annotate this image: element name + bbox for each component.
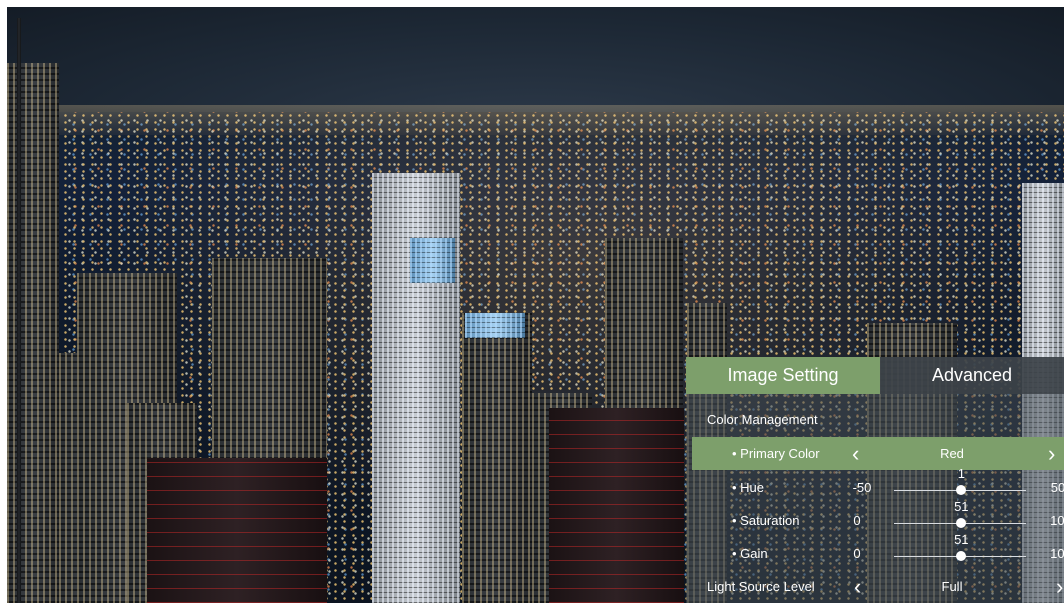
hue-max: 50 bbox=[1050, 480, 1064, 495]
lit-crown bbox=[465, 313, 525, 338]
saturation-max: 100 bbox=[1050, 513, 1064, 528]
primary-color-label: • Primary Color bbox=[732, 446, 820, 461]
lit-crown bbox=[410, 238, 455, 283]
saturation-row: • Saturation 0 51 100 bbox=[686, 499, 1064, 537]
section-title: Color Management bbox=[707, 412, 818, 427]
light-source-value: Full bbox=[941, 579, 963, 594]
gain-value: 51 bbox=[954, 532, 969, 547]
chevron-right-icon[interactable]: › bbox=[1056, 570, 1063, 603]
red-building bbox=[549, 408, 684, 603]
horizon-glow bbox=[7, 105, 1064, 135]
hue-row: • Hue -50 1 50 bbox=[686, 466, 1064, 504]
saturation-label: • Saturation bbox=[732, 513, 800, 528]
chevron-left-icon[interactable]: ‹ bbox=[852, 437, 859, 470]
hue-label: • Hue bbox=[732, 480, 765, 495]
tab-image-setting[interactable]: Image Setting bbox=[686, 357, 880, 394]
red-building bbox=[147, 458, 327, 603]
left-tower bbox=[7, 63, 59, 603]
gain-min: 0 bbox=[853, 546, 861, 561]
section-color-management: Color Management bbox=[686, 403, 1064, 436]
gain-label: • Gain bbox=[732, 546, 768, 561]
hue-value: 1 bbox=[957, 466, 965, 481]
chevron-left-icon[interactable]: ‹ bbox=[854, 570, 861, 603]
gain-row: • Gain 0 51 100 bbox=[686, 532, 1064, 570]
night-sky bbox=[7, 7, 1064, 112]
slider-knob[interactable] bbox=[956, 485, 967, 495]
chevron-right-icon[interactable]: › bbox=[1048, 437, 1055, 470]
light-source-label: Light Source Level bbox=[707, 579, 815, 594]
antenna bbox=[17, 18, 21, 603]
hue-min: -50 bbox=[852, 480, 872, 495]
osd-menu: Image Setting Advanced Color Management … bbox=[686, 357, 1064, 603]
slider-knob[interactable] bbox=[956, 551, 967, 561]
saturation-min: 0 bbox=[853, 513, 861, 528]
projector-screen: Image Setting Advanced Color Management … bbox=[7, 7, 1064, 603]
primary-color-row[interactable]: • Primary Color ‹ Red › bbox=[692, 437, 1064, 470]
saturation-value: 51 bbox=[954, 499, 969, 514]
light-source-row[interactable]: Light Source Level ‹ Full › bbox=[686, 570, 1064, 603]
building bbox=[462, 313, 532, 603]
gain-slider[interactable]: 51 bbox=[894, 532, 1026, 570]
tab-advanced[interactable]: Advanced bbox=[880, 357, 1064, 394]
gain-max: 100 bbox=[1050, 546, 1064, 561]
menu-tabs: Image Setting Advanced bbox=[686, 357, 1064, 394]
slider-knob[interactable] bbox=[956, 518, 967, 528]
